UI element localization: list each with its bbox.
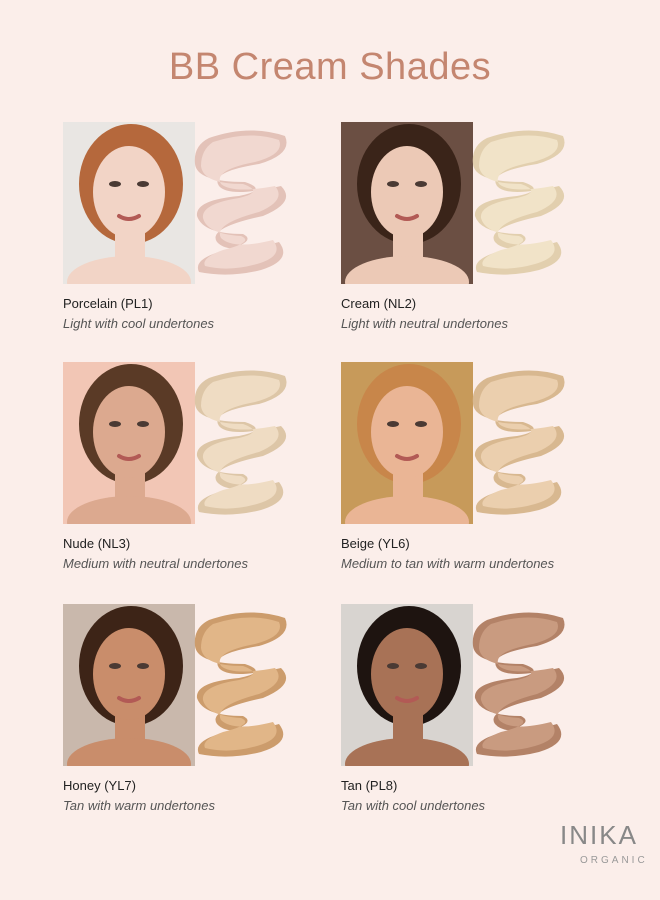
- shade-card: Porcelain (PL1) Light with cool underton…: [63, 122, 303, 332]
- shade-card: Nude (NL3) Medium with neutral undertone…: [63, 362, 303, 572]
- shade-name: Tan (PL8): [341, 778, 398, 793]
- brand-name: INIKA: [560, 820, 638, 850]
- model-photo: [341, 604, 473, 766]
- shade-card: Beige (YL6) Medium to tan with warm unde…: [341, 362, 581, 572]
- shade-description: Light with neutral undertones: [341, 316, 508, 331]
- page-title: BB Cream Shades: [168, 46, 492, 88]
- cream-swatch: [467, 364, 575, 520]
- shade-description: Medium to tan with warm undertones: [341, 556, 555, 571]
- shade-name: Porcelain (PL1): [63, 296, 153, 311]
- shade-name: Cream (NL2): [341, 296, 417, 311]
- model-photo: [63, 604, 195, 766]
- cream-swatch: [189, 124, 297, 280]
- model-photo: [341, 362, 473, 524]
- shade-card: Honey (YL7) Tan with warm undertones: [63, 604, 303, 814]
- shade-description: Light with cool undertones: [63, 316, 215, 331]
- shade-card: Tan (PL8) Tan with cool undertones: [341, 604, 581, 814]
- shade-name: Beige (YL6): [341, 536, 410, 551]
- shade-name: Honey (YL7): [63, 778, 136, 793]
- shade-description: Tan with cool undertones: [341, 798, 486, 813]
- brand-logo: INIKA ORGANIC: [560, 820, 660, 866]
- cream-swatch: [467, 124, 575, 280]
- cream-swatch: [467, 606, 575, 762]
- shade-card: Cream (NL2) Light with neutral undertone…: [341, 122, 581, 332]
- model-photo: [63, 362, 195, 524]
- shade-description: Medium with neutral undertones: [63, 556, 248, 571]
- cream-swatch: [189, 364, 297, 520]
- brand-tagline: ORGANIC: [580, 855, 648, 866]
- shade-name: Nude (NL3): [63, 536, 131, 551]
- model-photo: [63, 122, 195, 284]
- model-photo: [341, 122, 473, 284]
- cream-swatch: [189, 606, 297, 762]
- shade-description: Tan with warm undertones: [63, 798, 215, 813]
